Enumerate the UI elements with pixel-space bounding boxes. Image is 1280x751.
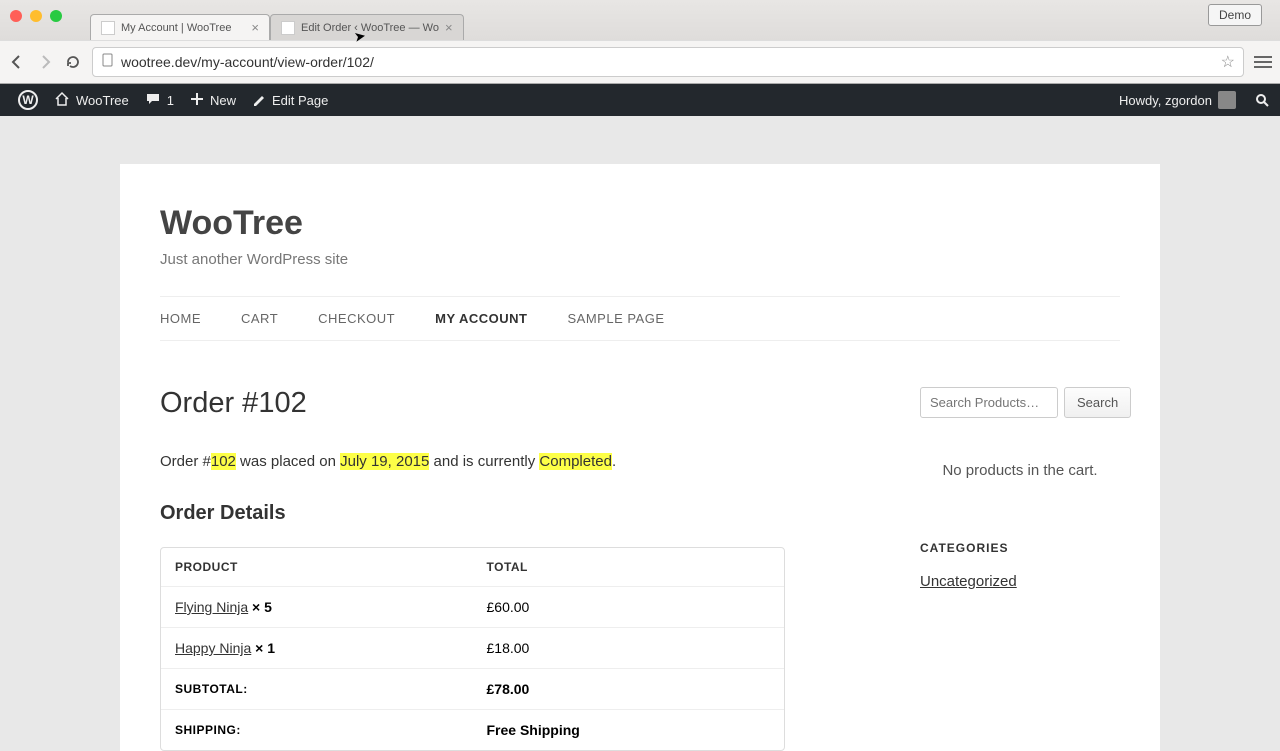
adminbar-search-icon[interactable]	[1254, 92, 1270, 108]
shipping-row: SHIPPING: Free Shipping	[161, 710, 784, 750]
site-tagline: Just another WordPress site	[160, 251, 1120, 268]
site-name-link[interactable]: WooTree	[46, 84, 137, 116]
demo-button[interactable]: Demo	[1208, 4, 1262, 26]
subtotal-value: £78.00	[473, 669, 785, 710]
browser-tab[interactable]: Edit Order ‹ WooTree — Wo ×	[270, 14, 464, 40]
page-content: WooTree Just another WordPress site HOME…	[120, 164, 1160, 751]
order-summary-mid1: was placed on	[236, 453, 340, 470]
product-search-form: Search	[920, 387, 1120, 418]
order-summary-mid2: and is currently	[429, 453, 539, 470]
browser-chrome: Demo My Account | WooTree × Edit Order ‹…	[0, 0, 1280, 84]
order-status-highlight: Completed	[539, 453, 612, 470]
nav-my-account[interactable]: MY ACCOUNT	[435, 311, 527, 326]
site-title: WooTree	[160, 204, 1120, 243]
user-account-link[interactable]: Howdy, zgordon	[1111, 84, 1244, 116]
order-summary-text: Order #102 was placed on July 19, 2015 a…	[160, 450, 840, 474]
table-header-row: PRODUCT TOTAL	[161, 548, 784, 587]
line-total: £18.00	[473, 628, 785, 669]
page-favicon-icon	[101, 21, 115, 35]
th-total: TOTAL	[473, 548, 785, 587]
adminbar-site-name: WooTree	[76, 93, 129, 108]
product-qty: × 1	[255, 640, 275, 656]
search-button[interactable]: Search	[1064, 387, 1131, 418]
order-details-heading: Order Details	[160, 502, 840, 525]
order-summary-pre: Order #	[160, 453, 211, 470]
nav-home[interactable]: HOME	[160, 311, 201, 326]
user-avatar-icon	[1218, 91, 1236, 109]
window-minimize-button[interactable]	[30, 10, 42, 22]
edit-page-label: Edit Page	[272, 93, 328, 108]
subtotal-label: SUBTOTAL:	[161, 669, 473, 710]
search-products-input[interactable]	[920, 387, 1058, 418]
subtotal-row: SUBTOTAL: £78.00	[161, 669, 784, 710]
page-wrap: WooTree Just another WordPress site HOME…	[0, 116, 1280, 751]
main-column: Order #102 Order #102 was placed on July…	[160, 387, 840, 751]
order-date-highlight: July 19, 2015	[340, 453, 429, 470]
tab-title: My Account | WooTree	[121, 22, 231, 34]
browser-menu-icon[interactable]	[1254, 56, 1272, 68]
back-button[interactable]	[8, 53, 26, 71]
browser-tab-active[interactable]: My Account | WooTree ×	[90, 14, 270, 40]
tab-close-icon[interactable]: ×	[445, 20, 453, 35]
line-total: £60.00	[473, 587, 785, 628]
comments-count: 1	[167, 93, 174, 108]
url-text: wootree.dev/my-account/view-order/102/	[121, 54, 374, 70]
forward-button	[36, 53, 54, 71]
window-maximize-button[interactable]	[50, 10, 62, 22]
new-label: New	[210, 93, 236, 108]
wordpress-logo-icon: W	[18, 90, 38, 110]
reload-button[interactable]	[64, 53, 82, 71]
product-link[interactable]: Happy Ninja	[175, 640, 251, 656]
wp-logo-link[interactable]: W	[10, 84, 46, 116]
cart-empty-message: No products in the cart.	[920, 462, 1120, 479]
edit-page-link[interactable]: Edit Page	[244, 84, 336, 116]
categories-heading: CATEGORIES	[920, 541, 1120, 555]
nav-cart[interactable]: CART	[241, 311, 278, 326]
page-favicon-icon	[281, 21, 295, 35]
tab-close-icon[interactable]: ×	[251, 20, 259, 35]
category-link[interactable]: Uncategorized	[920, 573, 1017, 590]
comment-icon	[145, 91, 161, 110]
product-qty: × 5	[252, 599, 272, 615]
nav-sample-page[interactable]: SAMPLE PAGE	[568, 311, 665, 326]
plus-icon	[190, 92, 204, 109]
browser-tabs: My Account | WooTree × Edit Order ‹ WooT…	[0, 14, 1280, 40]
order-summary-end: .	[612, 453, 616, 470]
order-number-highlight: 102	[211, 453, 236, 470]
url-field[interactable]: wootree.dev/my-account/view-order/102/ ☆	[92, 47, 1244, 77]
product-link[interactable]: Flying Ninja	[175, 599, 248, 615]
new-content-link[interactable]: New	[182, 84, 244, 116]
order-heading: Order #102	[160, 387, 840, 420]
shipping-value: Free Shipping	[473, 710, 785, 750]
pencil-icon	[252, 92, 266, 109]
shipping-label: SHIPPING:	[161, 710, 473, 750]
bookmark-star-icon[interactable]: ☆	[1221, 52, 1235, 72]
comments-link[interactable]: 1	[137, 84, 182, 116]
main-nav: HOME CART CHECKOUT MY ACCOUNT SAMPLE PAG…	[160, 296, 1120, 341]
url-bar-row: wootree.dev/my-account/view-order/102/ ☆	[0, 40, 1280, 83]
tab-title: Edit Order ‹ WooTree — Wo	[301, 22, 439, 34]
page-icon	[101, 53, 115, 72]
wp-admin-bar: W WooTree 1 New Edit Page Howdy, zgordon	[0, 84, 1280, 116]
table-row: Flying Ninja × 5 £60.00	[161, 587, 784, 628]
home-icon	[54, 91, 70, 110]
nav-checkout[interactable]: CHECKOUT	[318, 311, 395, 326]
th-product: PRODUCT	[161, 548, 473, 587]
sidebar: Search No products in the cart. CATEGORI…	[920, 387, 1120, 751]
window-close-button[interactable]	[10, 10, 22, 22]
howdy-text: Howdy, zgordon	[1119, 93, 1212, 108]
table-row: Happy Ninja × 1 £18.00	[161, 628, 784, 669]
order-details-table: PRODUCT TOTAL Flying Ninja × 5 £60.00 Ha…	[160, 547, 785, 751]
